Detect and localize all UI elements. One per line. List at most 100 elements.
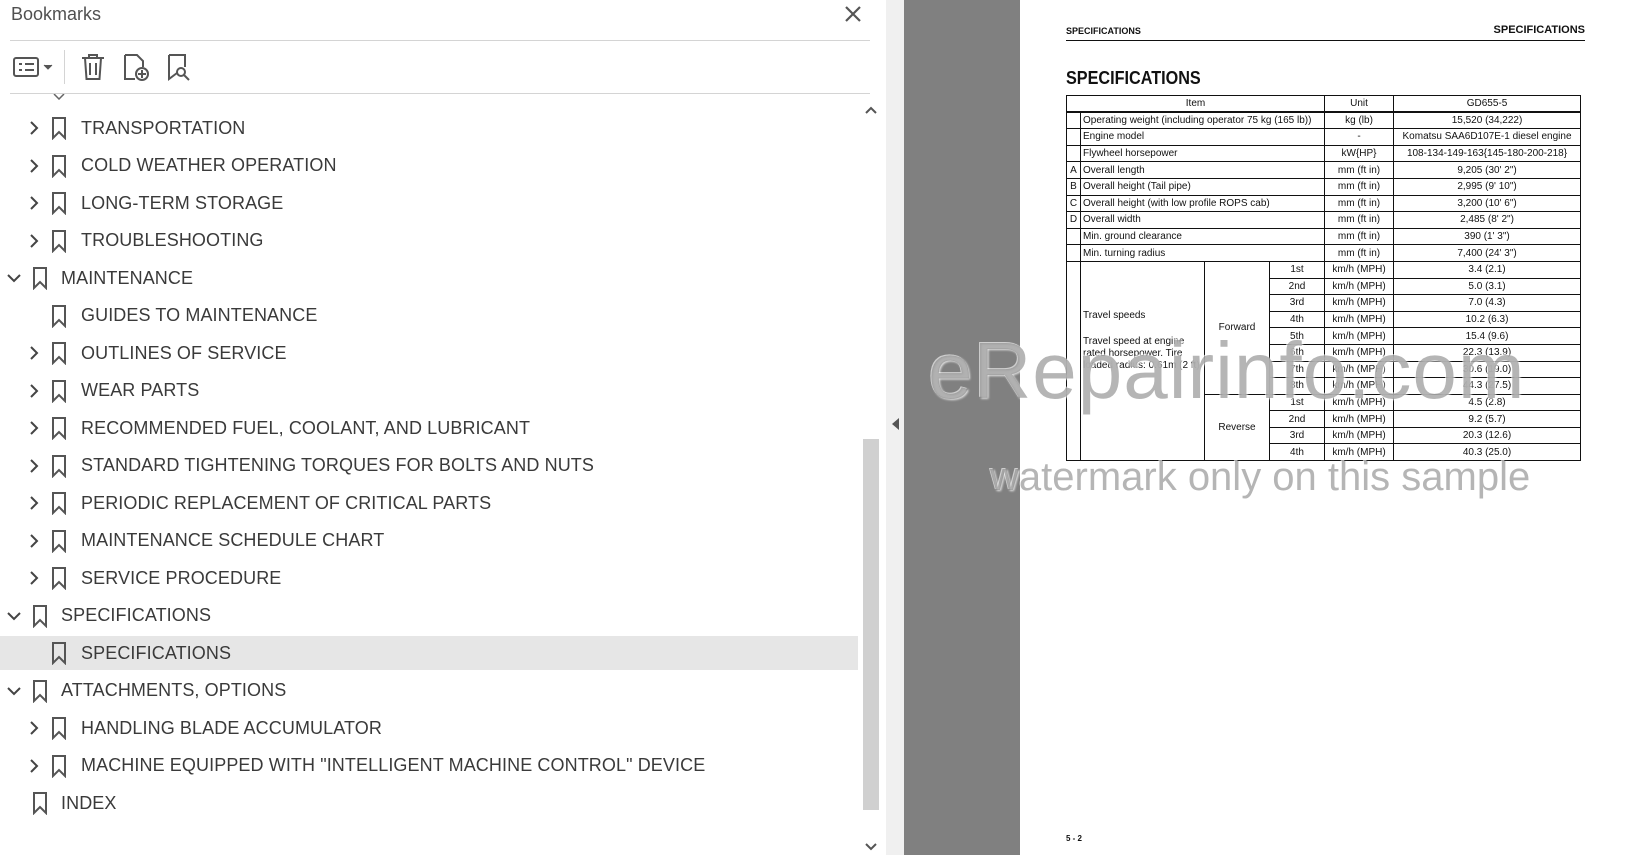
bookmark-icon (49, 228, 69, 254)
bookmark-item[interactable]: WEAR PARTS (0, 374, 858, 408)
row-value: 108-134-149-163{145-180-200-218} (1393, 144, 1582, 163)
scroll-up-button[interactable] (863, 102, 879, 118)
row-item: Engine model (1079, 128, 1326, 146)
bookmark-item[interactable]: SPECIFICATIONS (0, 636, 858, 670)
bookmark-icon (49, 340, 69, 366)
row-unit: kg (lb) (1324, 111, 1395, 130)
chevron-right-icon[interactable] (24, 381, 44, 401)
chevron-right-icon[interactable] (24, 568, 44, 588)
bookmark-label: SPECIFICATIONS (61, 605, 212, 625)
bookmark-item[interactable]: RECOMMENDED FUEL, COOLANT, AND LUBRICANT (0, 411, 858, 445)
row-item: Operating weight (including operator 75 … (1079, 111, 1326, 130)
row-code (1066, 227, 1081, 246)
bookmark-item[interactable]: SERVICE PROCEDURE (0, 561, 858, 595)
chevron-right-icon[interactable] (24, 343, 44, 363)
bookmark-item[interactable]: MAINTENANCE SCHEDULE CHART (0, 524, 858, 558)
table-row: B Overall height (Tail pipe) mm (ft in) 2,9… (1066, 177, 1582, 196)
bookmark-label: GUIDES TO MAINTENANCE (81, 305, 318, 325)
bookmark-icon (49, 453, 69, 479)
forward-label: Forward (1204, 260, 1270, 395)
scrollbar-track[interactable] (863, 122, 879, 837)
row-code (1066, 128, 1081, 146)
new-bookmark-icon (124, 54, 149, 81)
row-value: 390 (1' 3") (1393, 227, 1582, 246)
bookmark-item[interactable]: ATTACHMENTS, OPTIONS (0, 674, 858, 708)
scroll-down-button[interactable] (863, 839, 879, 855)
row-value: 7,400 (24' 3") (1393, 244, 1582, 262)
bookmark-icon (49, 490, 69, 516)
chevron-right-icon[interactable] (24, 231, 44, 251)
chevron-right-icon[interactable] (24, 156, 44, 176)
bookmark-item[interactable]: HANDLING BLADE ACCUMULATOR (0, 711, 858, 745)
chevron-right-icon[interactable] (24, 718, 44, 738)
column-header-item: Item (1065, 95, 1326, 114)
list-options-icon (13, 57, 53, 77)
collapse-panel-icon[interactable] (890, 417, 900, 431)
scrollbar[interactable] (860, 100, 882, 855)
row-unit: km/h (MPH) (1324, 426, 1395, 445)
row-code (1066, 111, 1081, 130)
table-row: A Overall length mm (ft in) 9,205 (30' 2") (1066, 161, 1582, 179)
row-code (1066, 144, 1081, 163)
row-value: 22.3 (13.9) (1393, 343, 1582, 362)
bookmark-icon (49, 153, 69, 179)
table-row: Travel speeds Travel speed at engine rate… (1066, 260, 1582, 462)
column-header-model: GD655-5 (1393, 95, 1582, 114)
bookmark-item[interactable]: OUTLINES OF SERVICE (0, 336, 858, 370)
options-menu-button[interactable] (10, 49, 56, 85)
table-row: Operating weight (including operator 75 … (1066, 111, 1582, 130)
gear: 3rd (1268, 294, 1326, 312)
chevron-right-icon[interactable] (24, 193, 44, 213)
chevron-right-icon[interactable] (24, 756, 44, 776)
scrollbar-thumb[interactable] (863, 438, 879, 811)
delete-bookmark-button[interactable] (75, 49, 111, 85)
row-code: C (1066, 194, 1081, 213)
table-row: C Overall height (with low profile ROPS c… (1066, 194, 1582, 213)
row-code (1066, 260, 1081, 462)
bookmark-item[interactable]: TRANSPORTATION (0, 111, 858, 145)
chevron-down-icon[interactable] (4, 268, 24, 288)
panel-splitter[interactable] (886, 0, 904, 855)
row-value: 20.3 (12.6) (1393, 426, 1582, 445)
chevron-down-icon[interactable] (4, 681, 24, 701)
row-unit: km/h (MPH) (1324, 343, 1395, 362)
chevron-down-icon[interactable] (4, 606, 24, 626)
add-bookmark-button[interactable] (118, 49, 154, 85)
close-panel-button[interactable] (840, 0, 866, 28)
bookmark-item[interactable]: SPECIFICATIONS (0, 599, 858, 633)
chevron-right-icon[interactable] (24, 531, 44, 551)
document-viewer[interactable]: SPECIFICATIONS SPECIFICATIONS SPECIFICAT… (904, 0, 1631, 855)
gear: 1st (1268, 393, 1326, 412)
chevron-right-icon[interactable] (24, 493, 44, 513)
bookmark-icon (49, 190, 69, 216)
bookmark-item[interactable]: MAINTENANCE (0, 261, 858, 295)
row-value: 3.4 (2.1) (1393, 260, 1582, 279)
chevron-right-icon[interactable] (24, 456, 44, 476)
bookmark-item[interactable]: MACHINE EQUIPPED WITH "INTELLIGENT MACHI… (0, 749, 858, 783)
bookmark-item[interactable]: GUIDES TO MAINTENANCE (0, 299, 858, 333)
page-header-right: SPECIFICATIONS (1493, 24, 1585, 36)
bookmark-item[interactable]: STANDARD TIGHTENING TORQUES FOR BOLTS AN… (0, 449, 858, 483)
chevron-right-icon[interactable] (24, 118, 44, 138)
row-unit: km/h (MPH) (1324, 410, 1395, 428)
page-title: SPECIFICATIONS (1066, 68, 1201, 88)
bookmark-label: MAINTENANCE (61, 267, 194, 288)
chevron-right-icon[interactable] (24, 418, 44, 438)
bookmark-icon (49, 115, 69, 141)
bookmark-item[interactable]: LONG-TERM STORAGE (0, 186, 858, 220)
row-value: 40.3 (25.0) (1393, 443, 1582, 462)
bookmark-item[interactable]: INDEX (0, 786, 858, 820)
find-bookmark-button[interactable] (161, 49, 197, 85)
row-code: A (1066, 161, 1081, 179)
bookmark-item[interactable]: TROUBLESHOOTING (0, 224, 858, 258)
bookmark-label: WEAR PARTS (81, 380, 200, 400)
header-rule (1066, 40, 1585, 41)
row-value: 4.5 (2.8) (1393, 393, 1582, 412)
bookmark-item[interactable]: PERIODIC REPLACEMENT OF CRITICAL PARTS (0, 486, 858, 520)
bookmark-item[interactable]: COLD WEATHER OPERATION (0, 149, 858, 183)
row-item: Flywheel horsepower (1079, 144, 1326, 163)
row-unit: mm (ft in) (1324, 194, 1395, 213)
bookmark-icon (49, 565, 69, 591)
row-unit: km/h (MPH) (1324, 294, 1395, 312)
bookmark-icon (49, 303, 69, 329)
